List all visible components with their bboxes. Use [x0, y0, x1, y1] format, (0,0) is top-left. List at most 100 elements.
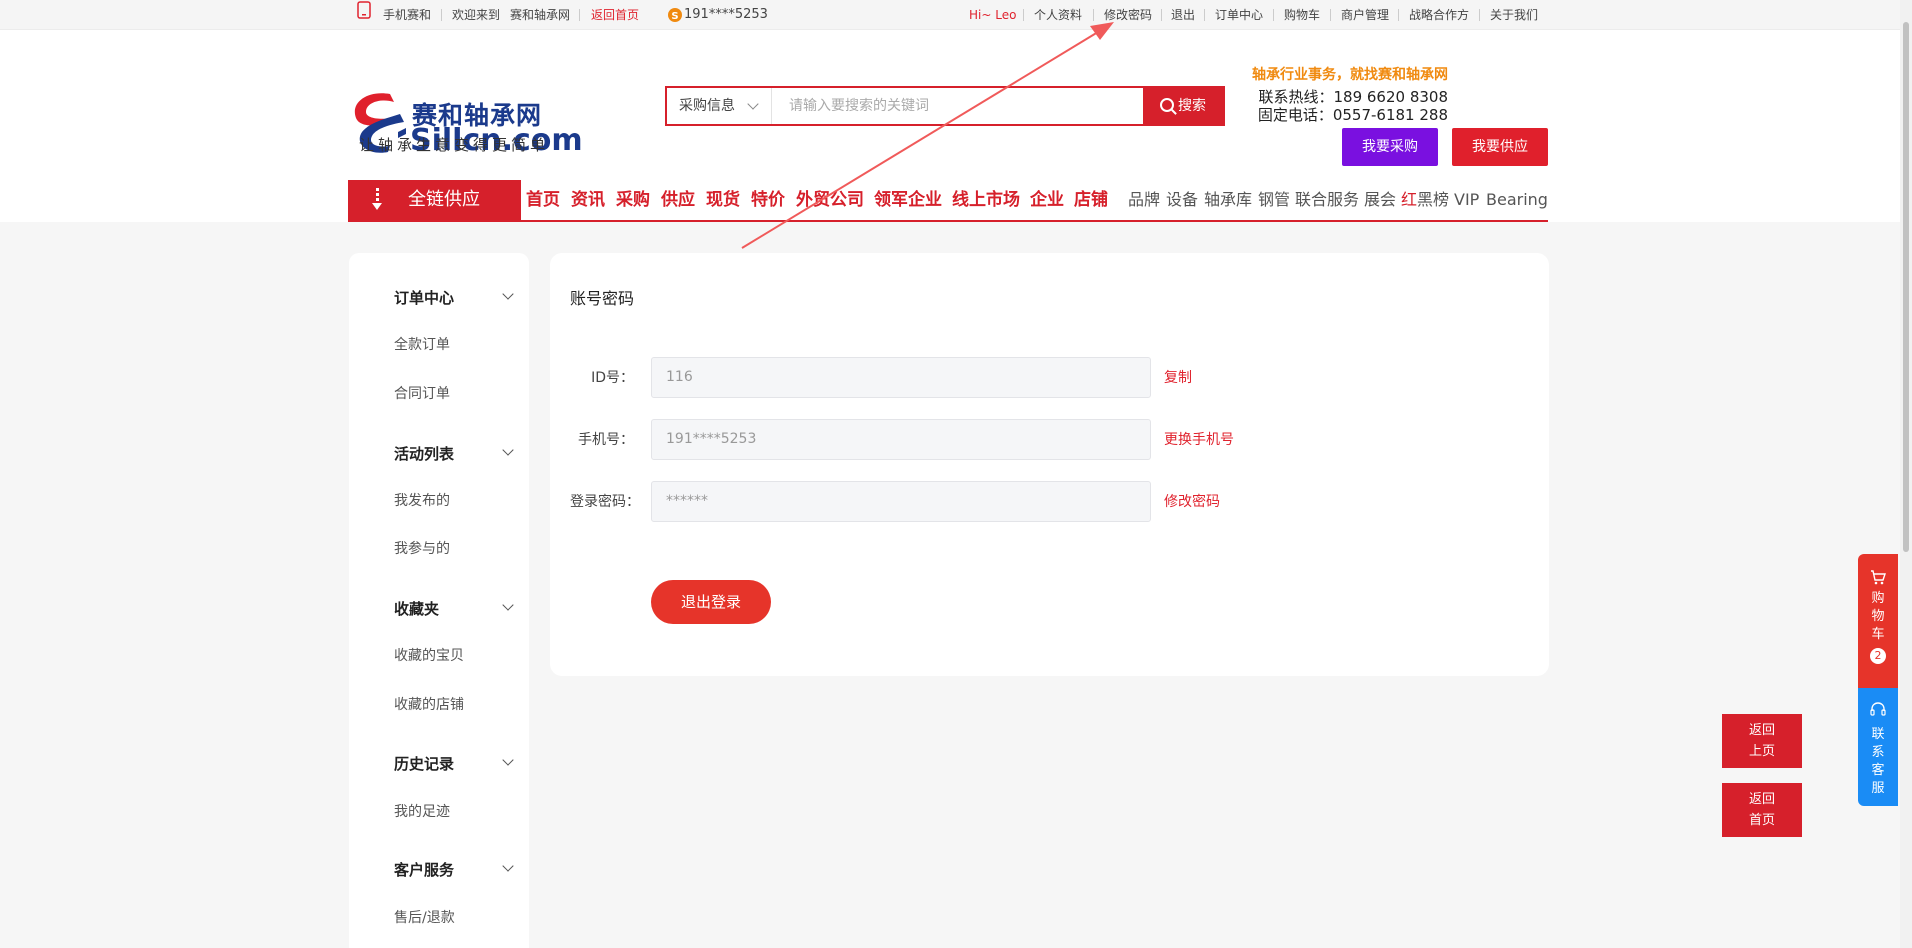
sidebar-group-title: 活动列表 — [394, 445, 455, 463]
nav-trade[interactable]: 外贸公司 — [796, 180, 864, 220]
sidebar-group-title: 历史记录 — [394, 755, 455, 773]
sidebar-group-activities[interactable]: 活动列表 — [394, 443, 514, 464]
partner-link[interactable]: 战略合作方 — [1409, 0, 1469, 30]
cart-link[interactable]: 购物车 — [1284, 0, 1320, 30]
supply-button[interactable]: 我要供应 — [1452, 128, 1548, 166]
sidebar-group-title: 客户服务 — [394, 861, 455, 879]
nav-home[interactable]: 首页 — [526, 180, 560, 220]
id-field[interactable]: 116 — [651, 357, 1151, 398]
cart-count-badge: 2 — [1870, 648, 1886, 664]
back-home-button[interactable]: 返回 首页 — [1722, 783, 1802, 837]
nav-purchase[interactable]: 采购 — [616, 180, 650, 220]
headset-icon — [1870, 702, 1886, 716]
nav-steel[interactable]: 钢管 — [1258, 180, 1290, 220]
user-greeting[interactable]: Hi~ Leo — [969, 0, 1016, 30]
sidebar-group-title: 订单中心 — [394, 289, 455, 307]
search-button-label: 搜索 — [1178, 98, 1206, 114]
sidebar-group-history[interactable]: 历史记录 — [394, 753, 514, 774]
nav-vip[interactable]: VIP — [1454, 180, 1479, 220]
buy-button[interactable]: 我要采购 — [1342, 128, 1438, 166]
password-field[interactable]: ****** — [651, 481, 1151, 522]
scrollbar-thumb[interactable] — [1903, 22, 1909, 552]
search-bar: 采购信息 搜索 — [665, 86, 1225, 126]
sidebar-item-refund[interactable]: 售后/退款 — [394, 907, 455, 927]
mobile-icon — [357, 0, 371, 30]
phone-label: 手机号： — [578, 432, 634, 448]
back-home-link[interactable]: 返回首页 — [591, 0, 639, 30]
nav-market[interactable]: 线上市场 — [952, 180, 1020, 220]
landline: 固定电话：0557-6181 288 — [1257, 106, 1448, 124]
search-category-select[interactable]: 采购信息 — [667, 88, 772, 124]
sidebar-group-service[interactable]: 客户服务 — [394, 859, 514, 880]
nav-brand[interactable]: 品牌 — [1128, 180, 1160, 220]
merchant-link[interactable]: 商户管理 — [1341, 0, 1389, 30]
chevron-down-icon — [502, 599, 514, 611]
sidebar-item-my-published[interactable]: 我发布的 — [394, 490, 450, 510]
welcome-text: 欢迎来到 — [452, 8, 501, 22]
nav-supply[interactable]: 供应 — [661, 180, 695, 220]
page-title: 账号密码 — [570, 289, 635, 308]
sidebar-group-orders[interactable]: 订单中心 — [394, 287, 514, 308]
back-up-line1: 返回 — [1748, 723, 1775, 738]
cart-label: 购物车 — [1871, 591, 1885, 642]
mobile-link[interactable]: 手机赛和 — [383, 0, 431, 30]
main-nav: 全链供应 首页 资讯 采购 供应 现货 特价 外贸公司 领军企业 线上市场 企业… — [348, 180, 1548, 222]
nav-enterprise[interactable]: 企业 — [1030, 180, 1064, 220]
arrow-down-icon — [372, 188, 382, 212]
nav-joint-service[interactable]: 联合服务 — [1295, 180, 1359, 220]
sidebar-item-footprints[interactable]: 我的足迹 — [394, 801, 450, 821]
logout-button[interactable]: 退出登录 — [651, 580, 771, 624]
service-label: 联系客服 — [1871, 727, 1885, 796]
account-panel: 账号密码 ID号： 116 复制 手机号： 191****5253 更换手机号 … — [550, 253, 1549, 676]
nav-category-button[interactable]: 全链供应 — [348, 180, 521, 220]
nav-bearing[interactable]: Bearing — [1486, 180, 1548, 220]
tagline: 轴承行业事务，就找赛和轴承网 — [1252, 67, 1448, 83]
nav-equipment[interactable]: 设备 — [1166, 180, 1198, 220]
sidebar-item-contract-orders[interactable]: 合同订单 — [394, 383, 450, 403]
nav-stock[interactable]: 现货 — [706, 180, 740, 220]
sidebar-item-full-orders[interactable]: 全款订单 — [394, 334, 450, 354]
search-icon — [1160, 98, 1174, 112]
nav-leading[interactable]: 领军企业 — [874, 180, 942, 220]
copy-id-button[interactable]: 复制 — [1164, 367, 1192, 387]
sidebar: 订单中心 全款订单 合同订单 活动列表 我发布的 我参与的 收藏夹 收藏的宝贝 … — [349, 253, 529, 948]
password-label: 登录密码： — [570, 494, 640, 510]
scrollbar[interactable] — [1900, 0, 1912, 948]
logo-slogan: 让轴承生意变得更简单 — [359, 136, 550, 154]
chevron-down-icon — [502, 444, 514, 456]
search-category-label: 采购信息 — [679, 98, 735, 114]
nav-blacklist[interactable]: 红黑榜 — [1401, 180, 1449, 220]
phone-field[interactable]: 191****5253 — [651, 419, 1151, 460]
nav-bearing-lib[interactable]: 轴承库 — [1204, 180, 1252, 220]
profile-link[interactable]: 个人资料 — [1034, 0, 1082, 30]
search-input[interactable] — [773, 88, 1143, 124]
top-bar: 手机赛和 欢迎来到 赛和轴承网 返回首页 S 191****5253 Hi~ L… — [0, 0, 1900, 30]
user-phone: 191****5253 — [684, 7, 768, 22]
nav-special[interactable]: 特价 — [751, 180, 785, 220]
logout-link[interactable]: 退出 — [1171, 0, 1195, 30]
id-label: ID号： — [591, 370, 634, 386]
back-up-button[interactable]: 返回 上页 — [1722, 714, 1802, 768]
change-phone-button[interactable]: 更换手机号 — [1164, 429, 1234, 449]
order-center-link[interactable]: 订单中心 — [1215, 0, 1263, 30]
nav-category-label: 全链供应 — [408, 189, 480, 210]
nav-shop[interactable]: 店铺 — [1074, 180, 1108, 220]
chevron-down-icon — [747, 98, 759, 110]
site-name: 赛和轴承网 — [510, 8, 571, 22]
nav-news[interactable]: 资讯 — [571, 180, 605, 220]
sidebar-group-favorites[interactable]: 收藏夹 — [394, 598, 514, 619]
sidebar-item-fav-shops[interactable]: 收藏的店铺 — [394, 694, 464, 714]
logo[interactable]: 赛和轴承网 Sillcn.com — [348, 60, 583, 185]
about-link[interactable]: 关于我们 — [1490, 0, 1538, 30]
cart-icon — [1871, 570, 1886, 585]
search-button[interactable]: 搜索 — [1143, 88, 1223, 124]
change-password-button[interactable]: 修改密码 — [1164, 491, 1220, 511]
sidebar-item-fav-products[interactable]: 收藏的宝贝 — [394, 645, 464, 665]
back-up-line2: 上页 — [1748, 744, 1775, 759]
sidebar-item-my-joined[interactable]: 我参与的 — [394, 538, 450, 558]
customer-service-button[interactable]: 联系客服 — [1858, 688, 1898, 806]
nav-expo[interactable]: 展会 — [1364, 180, 1396, 220]
coin-icon: S — [667, 0, 683, 30]
side-cart-button[interactable]: 购物车 2 — [1858, 554, 1898, 688]
change-password-link[interactable]: 修改密码 — [1104, 0, 1152, 30]
